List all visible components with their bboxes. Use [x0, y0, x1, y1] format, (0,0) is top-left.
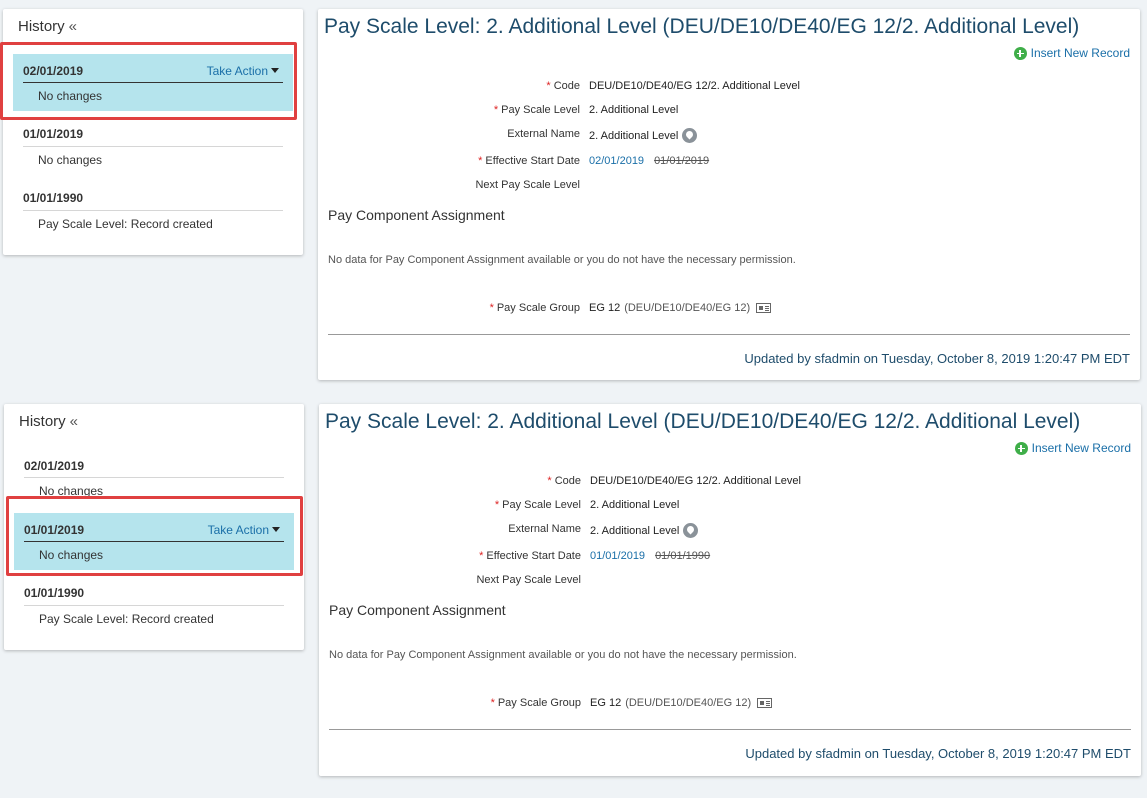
details-card-icon[interactable] — [756, 303, 772, 313]
field-value: 2. Additional Level — [590, 524, 680, 537]
divider — [329, 729, 1131, 730]
history-entry-desc: Pay Scale Level: Record created — [38, 217, 213, 231]
field-subvalue: (DEU/DE10/DE40/EG 12) — [624, 302, 751, 314]
highlight-box — [0, 42, 297, 120]
previous-date: 01/01/1990 — [655, 550, 711, 562]
field-value: DEU/DE10/DE40/EG 12/2. Additional Level — [589, 80, 800, 92]
highlight-box — [6, 496, 303, 576]
field-pay-scale-level: * Pay Scale Level 2. Additional Level — [319, 499, 1139, 515]
required-icon: * — [547, 475, 552, 487]
detail-panel: Pay Scale Level: 2. Additional Level (DE… — [319, 404, 1141, 776]
required-icon: * — [546, 80, 551, 92]
field-value: EG 12 — [590, 697, 622, 709]
details-card-icon[interactable] — [757, 698, 773, 708]
history-entry-desc: Pay Scale Level: Record created — [39, 612, 214, 626]
field-label: External Name — [507, 128, 580, 140]
effective-date-link[interactable]: 01/01/2019 — [590, 550, 645, 562]
required-icon: * — [494, 499, 500, 511]
section-title: Pay Component Assignment — [329, 602, 506, 618]
page-title: Pay Scale Level: 2. Additional Level (DE… — [324, 15, 1080, 38]
field-label: Pay Scale Level — [502, 499, 581, 511]
updated-by-text: Updated by sfadmin on Tuesday, October 8… — [745, 746, 1131, 761]
field-value: 2. Additional Level — [589, 129, 679, 142]
insert-new-record-button[interactable]: Insert New Record — [1013, 46, 1130, 60]
field-value: 2. Additional Level — [589, 104, 679, 116]
plus-circle-icon — [1013, 46, 1027, 60]
plus-circle-icon — [1014, 441, 1028, 455]
history-entry[interactable]: 01/01/1990 Pay Scale Level: Record creat… — [13, 183, 293, 239]
field-label: Effective Start Date — [485, 155, 580, 167]
history-entry-date: 01/01/1990 — [24, 586, 85, 600]
history-entry-date: 01/01/1990 — [23, 191, 84, 205]
collapse-history-icon[interactable]: « — [70, 413, 78, 430]
history-title: History « — [18, 18, 78, 35]
field-label: Pay Scale Group — [496, 302, 580, 314]
required-icon: * — [479, 550, 484, 562]
history-entry[interactable]: 01/01/1990 Pay Scale Level: Record creat… — [14, 578, 294, 634]
field-effective-start-date: * Effective Start Date 02/01/2019 01/01/20… — [318, 155, 1138, 171]
no-data-message: No data for Pay Component Assignment ava… — [328, 254, 796, 266]
field-label: Pay Scale Group — [497, 697, 581, 709]
field-value: EG 12 — [589, 302, 621, 314]
field-external-name: External Name 2. Additional Level — [319, 523, 1139, 539]
section-title: Pay Component Assignment — [328, 207, 505, 223]
divider — [24, 477, 284, 478]
effective-date-link[interactable]: 02/01/2019 — [589, 155, 644, 167]
translation-globe-icon[interactable] — [682, 128, 698, 143]
translation-globe-icon[interactable] — [683, 523, 699, 538]
no-data-message: No data for Pay Component Assignment ava… — [329, 649, 797, 661]
insert-new-record-button[interactable]: Insert New Record — [1014, 441, 1131, 455]
field-label: Next Pay Scale Level — [476, 574, 581, 586]
field-pay-scale-group: * Pay Scale Group EG 12 (DEU/DE10/DE40/EG … — [318, 302, 1138, 318]
field-label: Code — [553, 80, 580, 92]
required-icon: * — [490, 697, 495, 709]
history-entry-date: 02/01/2019 — [24, 459, 85, 473]
field-pay-scale-group: * Pay Scale Group EG 12 (DEU/DE10/DE40/EG … — [319, 697, 1139, 713]
field-label: Pay Scale Level — [501, 104, 580, 116]
previous-date: 01/01/2019 — [654, 155, 710, 167]
field-label: External Name — [508, 523, 581, 535]
field-effective-start-date: * Effective Start Date 01/01/2019 01/01/19… — [319, 550, 1139, 566]
field-value: DEU/DE10/DE40/EG 12/2. Additional Level — [590, 475, 801, 487]
page-title: Pay Scale Level: 2. Additional Level (DE… — [325, 410, 1081, 433]
field-external-name: External Name 2. Additional Level — [318, 128, 1138, 144]
field-next-pay-scale-level: Next Pay Scale Level — [319, 574, 1139, 590]
field-code: * Code DEU/DE10/DE40/EG 12/2. Additional … — [318, 80, 1138, 96]
field-code: * Code DEU/DE10/DE40/EG 12/2. Additional … — [319, 475, 1139, 491]
history-entry-desc: No changes — [38, 153, 103, 167]
field-label: Effective Start Date — [486, 550, 581, 562]
updated-by-text: Updated by sfadmin on Tuesday, October 8… — [744, 351, 1130, 366]
history-title: History « — [19, 413, 79, 430]
divider — [23, 210, 283, 211]
required-icon: * — [478, 155, 483, 167]
field-pay-scale-level: * Pay Scale Level 2. Additional Level — [318, 104, 1138, 120]
field-value: 2. Additional Level — [590, 499, 680, 511]
divider — [23, 146, 283, 147]
field-next-pay-scale-level: Next Pay Scale Level — [318, 179, 1138, 195]
field-label: Code — [554, 475, 581, 487]
required-icon: * — [489, 302, 494, 314]
divider — [328, 334, 1130, 335]
divider — [24, 605, 284, 606]
history-entry[interactable]: 01/01/2019 No changes — [13, 119, 293, 175]
field-label: Next Pay Scale Level — [475, 179, 580, 191]
required-icon: * — [493, 104, 499, 116]
history-entry-date: 01/01/2019 — [23, 127, 84, 141]
detail-panel: Pay Scale Level: 2. Additional Level (DE… — [318, 9, 1140, 380]
field-subvalue: (DEU/DE10/DE40/EG 12) — [625, 697, 752, 709]
collapse-history-icon[interactable]: « — [69, 18, 77, 35]
